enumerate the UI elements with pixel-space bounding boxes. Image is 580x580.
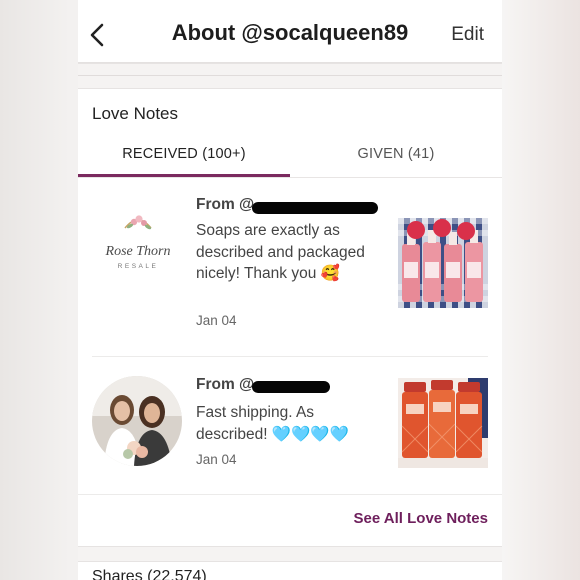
soap-bottles-image	[398, 218, 488, 308]
logo-subtext: RESALE	[118, 263, 159, 270]
section-separator	[78, 546, 502, 562]
edit-button[interactable]: Edit	[451, 24, 484, 46]
tab-received[interactable]: RECEIVED (100+)	[78, 146, 290, 162]
note-comment: Fast shipping. As described! 🩵🩵🩵🩵	[196, 404, 350, 443]
candle-jars-image	[398, 378, 488, 468]
about-page: About @socalqueen89 Edit Love Notes RECE…	[78, 0, 502, 580]
love-notes-tabs: RECEIVED (100+) GIVEN (41)	[78, 140, 502, 178]
see-all-love-notes-link[interactable]: See All Love Notes	[354, 510, 489, 527]
note-sender[interactable]: From @	[196, 196, 254, 214]
listing-thumbnail[interactable]	[398, 378, 488, 468]
active-tab-indicator	[78, 174, 290, 177]
header-bar: About @socalqueen89 Edit	[78, 0, 502, 63]
page-title: About @socalqueen89	[171, 20, 409, 45]
two-women-photo	[92, 376, 182, 466]
note-sender[interactable]: From @	[196, 376, 254, 394]
separator-line	[78, 75, 502, 76]
love-notes-title: Love Notes	[92, 104, 178, 123]
rose-thorn-resale-logo: Rose Thorn RESALE	[93, 199, 183, 289]
section-separator	[78, 63, 502, 89]
redaction-mark	[252, 381, 330, 393]
shares-title: Shares (22,574)	[92, 568, 207, 580]
love-note-item[interactable]: Rose Thorn RESALE From @ Soaps are exact…	[92, 190, 488, 357]
avatar[interactable]	[92, 376, 182, 466]
tab-given[interactable]: GIVEN (41)	[290, 146, 502, 162]
avatar[interactable]: Rose Thorn RESALE	[92, 198, 184, 290]
from-prefix: From @	[196, 376, 255, 393]
logo-text: Rose Thorn	[105, 244, 171, 259]
note-date: Jan 04	[196, 313, 237, 328]
note-comment: Soaps are exactly as described and packa…	[196, 222, 365, 282]
divider	[78, 494, 502, 495]
love-note-item[interactable]: From @ Fast shipping. As described! 🩵🩵🩵🩵…	[92, 372, 488, 494]
listing-thumbnail[interactable]	[398, 218, 488, 308]
redaction-mark	[252, 202, 378, 214]
from-prefix: From @	[196, 196, 255, 213]
note-date: Jan 04	[196, 452, 237, 467]
